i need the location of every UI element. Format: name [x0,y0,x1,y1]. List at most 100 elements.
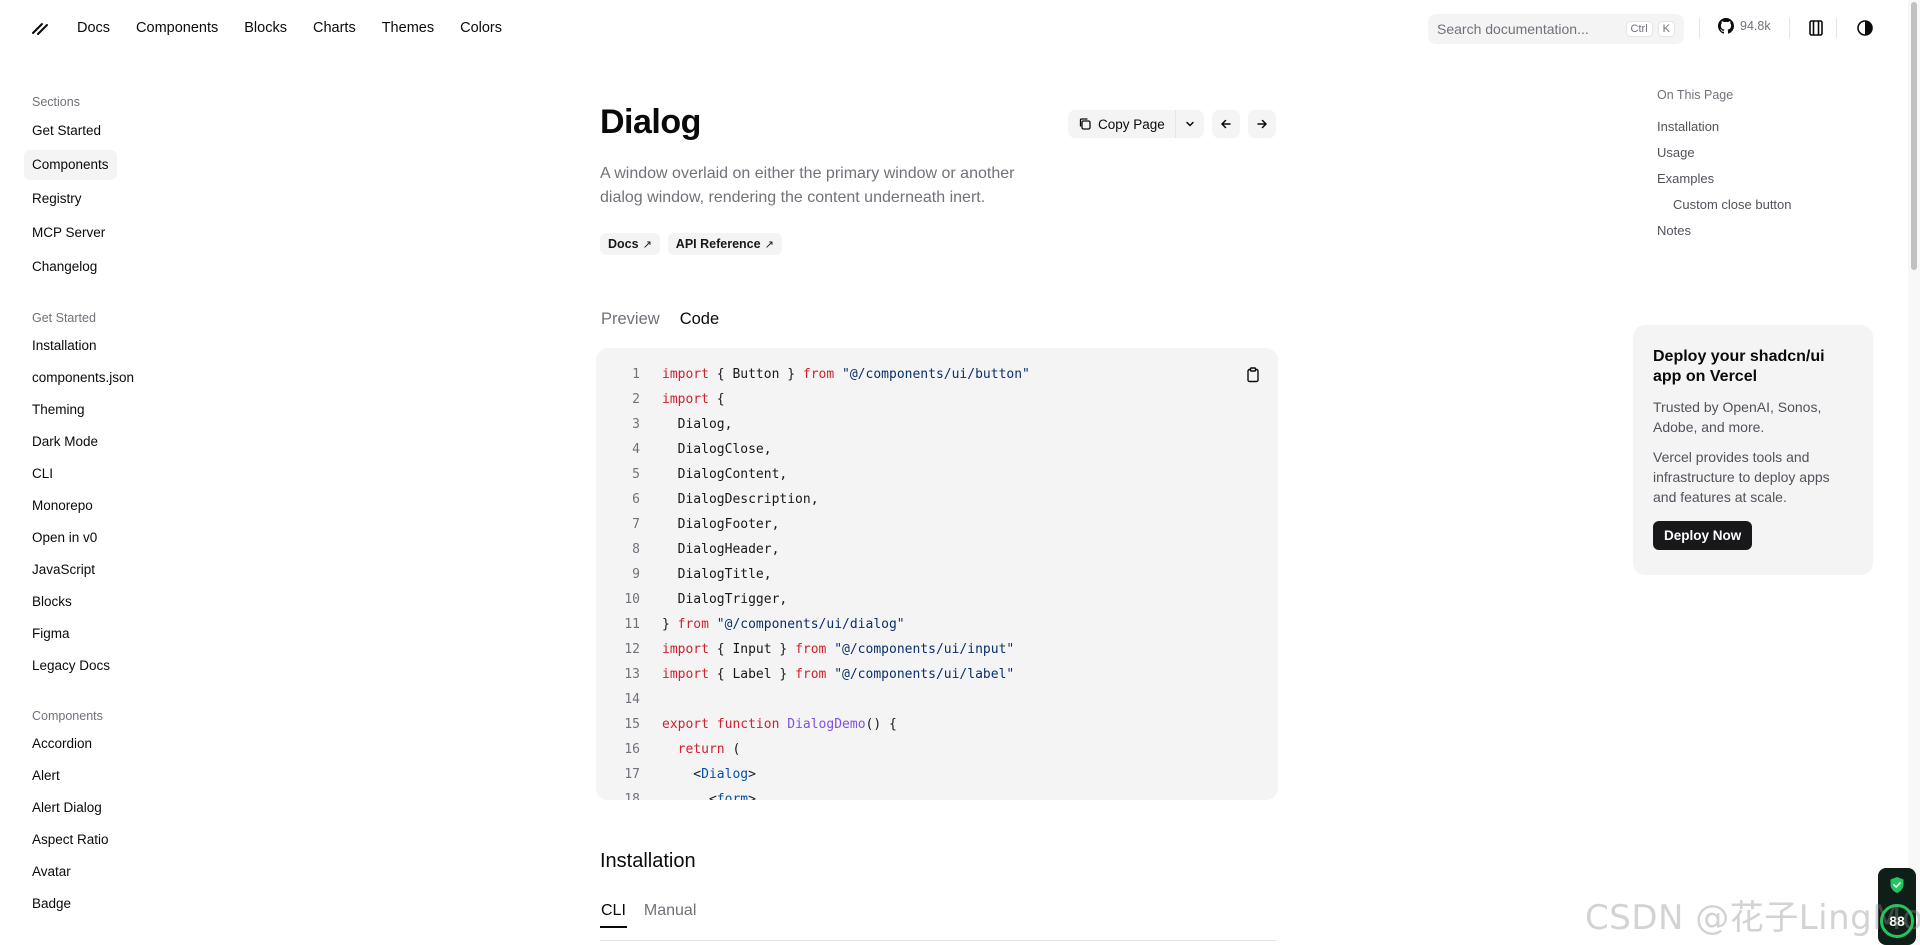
code-block[interactable]: 1 import { Button } from "@/components/ui… [596,348,1278,800]
line-number: 17 [624,767,640,782]
watermark: CSDN @花子LingMo [1585,898,1920,938]
sidebar-layout-icon[interactable] [1806,18,1826,38]
code-text: return ( [677,742,741,757]
line-number: 4 [632,442,640,457]
sidebar-item-registry[interactable]: Registry [24,184,90,214]
code-line: 13 import { Label } from "@/components/ui… [596,662,1278,687]
sidebar-item-components[interactable]: Components [24,150,117,180]
theme-toggle-icon[interactable] [1855,18,1875,38]
nav-link-docs[interactable]: Docs [64,20,123,36]
github-link[interactable]: 94.8k [1718,18,1771,34]
line-number: 9 [632,567,640,582]
github-stars: 94.8k [1740,19,1771,33]
nav-link-components[interactable]: Components [123,20,231,36]
line-number: 3 [632,417,640,432]
nav-link-charts[interactable]: Charts [300,20,369,36]
sidebar-item-alert-dialog[interactable]: Alert Dialog [24,793,110,823]
page-actions: Copy Page [1068,110,1276,138]
search-input[interactable]: Search documentation... Ctrl K [1428,14,1684,44]
external-link-icon: ↗ [764,238,774,251]
sidebar-item-cli[interactable]: CLI [24,459,61,489]
copy-page-button[interactable]: Copy Page [1068,110,1176,138]
previous-page-button[interactable] [1211,110,1240,138]
sidebar-item-legacy-docs[interactable]: Legacy Docs [24,651,118,681]
next-page-button[interactable] [1247,110,1276,138]
external-link-icon: ↗ [642,238,652,251]
code-line: 8 DialogHeader, [596,537,1278,562]
code-line: 7 DialogFooter, [596,512,1278,537]
promo-text: Trusted by OpenAI, Sonos, Adobe, and mor… [1653,399,1822,435]
code-text: import { Button } from "@/components/ui/… [662,367,1030,382]
sidebar-item-open-in-v0[interactable]: Open in v0 [24,523,105,553]
toc-item-notes[interactable]: Notes [1657,218,1792,244]
code-text: } from "@/components/ui/dialog" [662,617,905,632]
deploy-now-button[interactable]: Deploy Now [1653,521,1753,550]
code-text: <form> [662,792,756,800]
docs-link-label: Docs [608,237,639,251]
toc-item-usage[interactable]: Usage [1657,140,1792,166]
code-text: DialogHeader, [662,542,780,557]
sidebar-item-alert[interactable]: Alert [24,761,68,791]
sidebar-item-changelog[interactable]: Changelog [24,252,105,282]
tab-code[interactable]: Code [679,310,720,329]
toc-item-examples[interactable]: Examples [1657,166,1792,192]
code-text: export function DialogDemo() { [662,717,897,732]
sidebar-item-installation[interactable]: Installation [24,331,105,361]
chevron-down-icon [1186,121,1194,127]
sidebar-section-title: Components [32,709,103,723]
search-placeholder: Search documentation... [1437,21,1589,37]
nav-link-blocks[interactable]: Blocks [231,20,300,36]
sidebar-item-mcp-server[interactable]: MCP Server [24,218,113,248]
sidebar-item-blocks[interactable]: Blocks [24,587,80,617]
sidebar-item-javascript[interactable]: JavaScript [24,555,103,585]
promo-title: Deploy your shadcn/ui app on Vercel [1653,348,1825,385]
code-line: 4 DialogClose, [596,437,1278,462]
sidebar-item-aspect-ratio[interactable]: Aspect Ratio [24,825,117,855]
code-line: 10 DialogTrigger, [596,587,1278,612]
divider [1699,18,1700,38]
copy-page-dropdown-button[interactable] [1176,110,1204,138]
toc-item-installation[interactable]: Installation [1657,114,1792,140]
code-line: 11 } from "@/components/ui/dialog" [596,612,1278,637]
nav-link-colors[interactable]: Colors [447,20,515,36]
sidebar-item-theming[interactable]: Theming [24,395,93,425]
line-number: 6 [632,492,640,507]
sidebar-item-figma[interactable]: Figma [24,619,78,649]
toc-title: On This Page [1657,88,1734,102]
shadcn-logo-icon[interactable] [30,17,50,37]
sidebar-section-title: Sections [32,95,80,109]
code-text: DialogDescription, [662,492,819,507]
docs-link-badge[interactable]: Docs ↗ [600,233,660,255]
line-number: 15 [624,717,640,732]
sidebar-item-avatar[interactable]: Avatar [24,857,79,887]
page-scrollbar[interactable] [1908,0,1920,945]
sidebar-item-monorepo[interactable]: Monorepo [24,491,101,521]
line-number: 12 [624,642,640,657]
sidebar-item-get-started[interactable]: Get Started [24,116,109,146]
tab-cli[interactable]: CLI [600,902,627,928]
scrollbar-thumb[interactable] [1911,2,1917,270]
code-text: DialogTrigger, [662,592,788,607]
code-line: 6 DialogDescription, [596,487,1278,512]
sidebar-item-dark-mode[interactable]: Dark Mode [24,427,106,457]
nav-link-themes[interactable]: Themes [369,20,447,36]
api-reference-link-badge[interactable]: API Reference ↗ [667,233,782,255]
left-sidebar: Sections Get Started Components Registry… [24,90,254,920]
toc-item-custom-close-button[interactable]: Custom close button [1657,192,1792,218]
clipboard-copy-icon[interactable] [1244,366,1262,384]
promo-text: Vercel provides tools and infrastructure… [1653,449,1830,505]
tab-manual[interactable]: Manual [643,902,697,928]
divider [1836,18,1837,38]
line-number: 1 [632,367,640,382]
code-line: 17 <Dialog> [596,762,1278,787]
copy-page-button-group: Copy Page [1068,110,1204,138]
code-text: DialogContent, [662,467,788,482]
line-number: 11 [624,617,640,632]
sidebar-item-components-json[interactable]: components.json [24,363,142,393]
line-number: 14 [624,692,640,707]
kbd-ctrl: Ctrl [1625,21,1653,37]
sidebar-item-badge[interactable]: Badge [24,889,79,919]
tab-preview[interactable]: Preview [600,310,661,329]
top-navigation: Docs Components Blocks Charts Themes Col… [0,0,1908,56]
sidebar-item-accordion[interactable]: Accordion [24,729,100,759]
